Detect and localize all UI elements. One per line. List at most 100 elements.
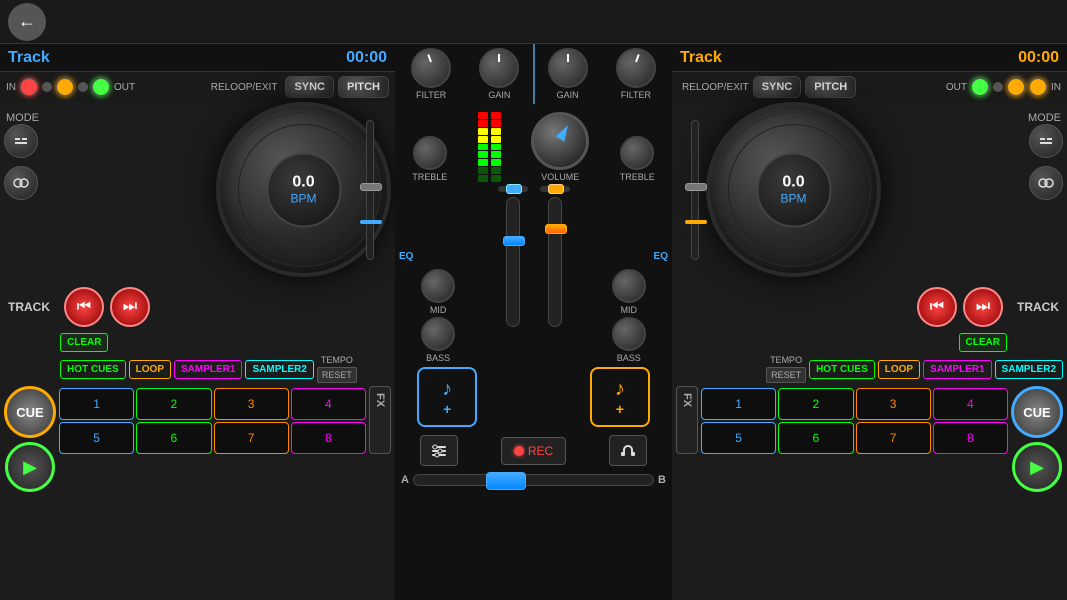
mixer-volume-knob[interactable] [531, 112, 589, 170]
left-pad-6[interactable]: 6 [136, 422, 211, 454]
left-pad-7[interactable]: 7 [214, 422, 289, 454]
left-pad-3[interactable]: 3 [214, 388, 289, 420]
right-clear-button[interactable]: CLEAR [959, 333, 1007, 352]
mixer-treble-left-group: TREBLE [412, 136, 447, 182]
mixer-mid-right-knob[interactable] [612, 269, 646, 303]
right-pitch-slider[interactable] [680, 102, 710, 277]
left-tempo-label: TEMPO [321, 355, 353, 365]
left-pitch-slider[interactable] [355, 102, 385, 277]
left-track-label: TRACK [8, 300, 50, 314]
left-pitch-button[interactable]: PITCH [338, 76, 389, 98]
right-pad-4[interactable]: 4 [933, 388, 1008, 420]
left-pad-2[interactable]: 2 [136, 388, 211, 420]
left-sampler2-button[interactable]: SAMPLER2 [245, 360, 313, 379]
right-sampler2-button[interactable]: SAMPLER2 [995, 360, 1063, 379]
right-loop-button[interactable]: LOOP [878, 360, 920, 379]
right-pad-1[interactable]: 1 [701, 388, 776, 420]
mixer-treble-right-knob[interactable] [620, 136, 654, 170]
right-pitch-button[interactable]: PITCH [805, 76, 856, 98]
right-pad-3[interactable]: 3 [856, 388, 931, 420]
mixer-bass-left-knob[interactable] [421, 317, 455, 351]
mixer-vu-right [491, 112, 501, 182]
left-sampler1-button[interactable]: SAMPLER1 [174, 360, 242, 379]
mixer-treble-right-label: TREBLE [620, 172, 655, 182]
right-cue-button[interactable]: CUE [1011, 386, 1063, 438]
right-in-led[interactable] [1029, 78, 1047, 96]
right-pad-6[interactable]: 6 [778, 422, 853, 454]
crossfader-a-label: A [401, 474, 409, 486]
left-clear-button[interactable]: CLEAR [60, 333, 108, 352]
right-track-header: Track 00:00 [672, 44, 1067, 72]
left-next-track-button[interactable]: ⏭ [110, 287, 150, 327]
right-track-label: TRACK [1017, 300, 1059, 314]
mixer-right-pfader[interactable] [540, 186, 570, 192]
crossfader-handle[interactable] [486, 472, 526, 490]
right-jog-wheel[interactable]: 0.0 BPM [706, 102, 881, 277]
left-sync-button[interactable]: SYNC [285, 76, 334, 98]
left-fx-button[interactable]: FX [369, 386, 391, 454]
mixer-left-pfader[interactable] [498, 186, 528, 192]
rec-indicator [514, 446, 524, 456]
right-pad-8[interactable]: 8 [933, 422, 1008, 454]
mixer-gain-right-label: GAIN [557, 90, 579, 100]
left-green-led[interactable] [92, 78, 110, 96]
left-hotcues-button[interactable]: HOT CUES [60, 360, 126, 379]
right-track-section: ⏮ ⏭ TRACK [672, 282, 1067, 332]
right-out-led[interactable] [1007, 78, 1025, 96]
mixer-mid-left-knob[interactable] [421, 269, 455, 303]
mixer-treble-row: TREBLE [395, 100, 672, 184]
mixer-gain-right-knob[interactable] [548, 48, 588, 88]
left-pad-5[interactable]: 5 [59, 422, 134, 454]
right-fx-button[interactable]: FX [676, 386, 698, 454]
mixer-bass-right-knob[interactable] [612, 317, 646, 351]
right-jog-center: 0.0 BPM [756, 152, 831, 227]
right-out-label: OUT [946, 82, 967, 93]
right-pad-7[interactable]: 7 [856, 422, 931, 454]
right-sampler1-button[interactable]: SAMPLER1 [923, 360, 991, 379]
right-play-button[interactable]: ▶ [1012, 442, 1062, 492]
mixer-settings-button[interactable] [420, 435, 458, 466]
left-loop-button[interactable]: LOOP [129, 360, 171, 379]
left-reset-button[interactable]: RESET [317, 367, 357, 383]
right-pad-5[interactable]: 5 [701, 422, 776, 454]
mixer-headphone-button[interactable] [609, 435, 647, 466]
mixer-mid-left-label: MID [430, 305, 447, 315]
right-jog-area: 0.0 BPM [672, 102, 1067, 277]
mixer-gain-left-knob[interactable] [479, 48, 519, 88]
mixer-left-fader-track[interactable] [506, 197, 520, 327]
mixer-bass-right-label: BASS [617, 353, 641, 363]
left-prev-track-button[interactable]: ⏮ [64, 287, 104, 327]
mixer-rec-button[interactable]: REC [501, 437, 566, 465]
right-sync-button[interactable]: SYNC [753, 76, 802, 98]
left-cue-button[interactable]: CUE [4, 386, 56, 438]
right-reset-button[interactable]: RESET [766, 367, 806, 383]
left-pad-4[interactable]: 4 [291, 388, 366, 420]
mixer-filter-left-knob[interactable] [411, 48, 451, 88]
right-pad-2[interactable]: 2 [778, 388, 853, 420]
mixer-right-fader-handle[interactable] [545, 224, 567, 234]
mixer-right-fader-track[interactable] [548, 197, 562, 327]
crossfader-track[interactable] [413, 474, 654, 486]
mixer-crossfader-section: A B [395, 470, 672, 490]
mixer-left-fader-handle[interactable] [503, 236, 525, 246]
mixer-treble-left-knob[interactable] [413, 136, 447, 170]
right-green-led[interactable] [971, 78, 989, 96]
left-pitch-handle[interactable] [360, 183, 382, 191]
right-pitch-mark [685, 220, 707, 224]
left-pad-1[interactable]: 1 [59, 388, 134, 420]
mixer-add-left-button[interactable]: ♪ + [417, 367, 477, 427]
mixer-add-right-button[interactable]: ♪ + [590, 367, 650, 427]
mixer-bottom-controls: REC [395, 431, 672, 470]
left-in-led[interactable] [20, 78, 38, 96]
left-out-led[interactable] [56, 78, 74, 96]
left-pad-8[interactable]: 8 [291, 422, 366, 454]
right-next-track-button[interactable]: ⏭ [963, 287, 1003, 327]
left-play-button[interactable]: ▶ [5, 442, 55, 492]
back-button[interactable]: ← [8, 3, 46, 41]
left-bpm-value: 0.0 [292, 174, 314, 192]
right-prev-track-button[interactable]: ⏮ [917, 287, 957, 327]
right-pitch-handle[interactable] [685, 183, 707, 191]
right-hotcues-button[interactable]: HOT CUES [809, 360, 875, 379]
mixer-filter-right-knob[interactable] [616, 48, 656, 88]
left-next-icon: ⏭ [123, 298, 137, 316]
